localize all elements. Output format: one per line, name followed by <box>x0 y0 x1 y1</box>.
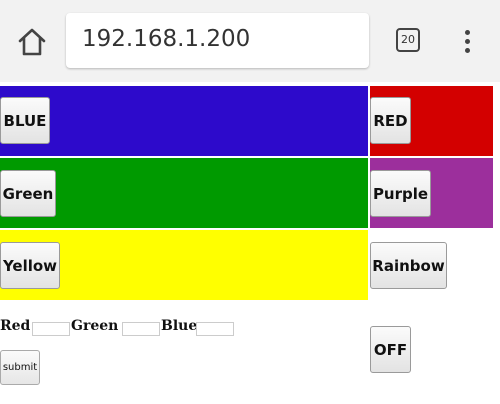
green-input[interactable] <box>122 322 160 336</box>
red-input[interactable] <box>32 322 70 336</box>
blue-input[interactable] <box>196 322 234 336</box>
purple-button[interactable]: Purple <box>370 170 431 217</box>
off-button[interactable]: OFF <box>370 326 411 373</box>
url-text: 192.168.1.200 <box>82 26 251 52</box>
home-icon[interactable] <box>12 24 52 60</box>
red-label: Red <box>0 318 31 334</box>
blue-label: Blue <box>161 318 198 334</box>
rainbow-button[interactable]: Rainbow <box>370 242 447 289</box>
overflow-menu-icon[interactable] <box>460 28 474 56</box>
green-label: Green <box>71 318 119 334</box>
address-bar[interactable]: 192.168.1.200 <box>66 13 369 68</box>
blue-button[interactable]: BLUE <box>0 97 50 144</box>
tab-switcher-icon[interactable]: 20 <box>396 28 420 52</box>
blue-band <box>0 86 368 156</box>
green-button[interactable]: Green <box>0 170 56 217</box>
submit-button[interactable]: submit <box>0 350 40 385</box>
red-button[interactable]: RED <box>370 97 411 144</box>
yellow-button[interactable]: Yellow <box>0 242 60 289</box>
browser-toolbar: 192.168.1.200 20 <box>0 0 500 82</box>
